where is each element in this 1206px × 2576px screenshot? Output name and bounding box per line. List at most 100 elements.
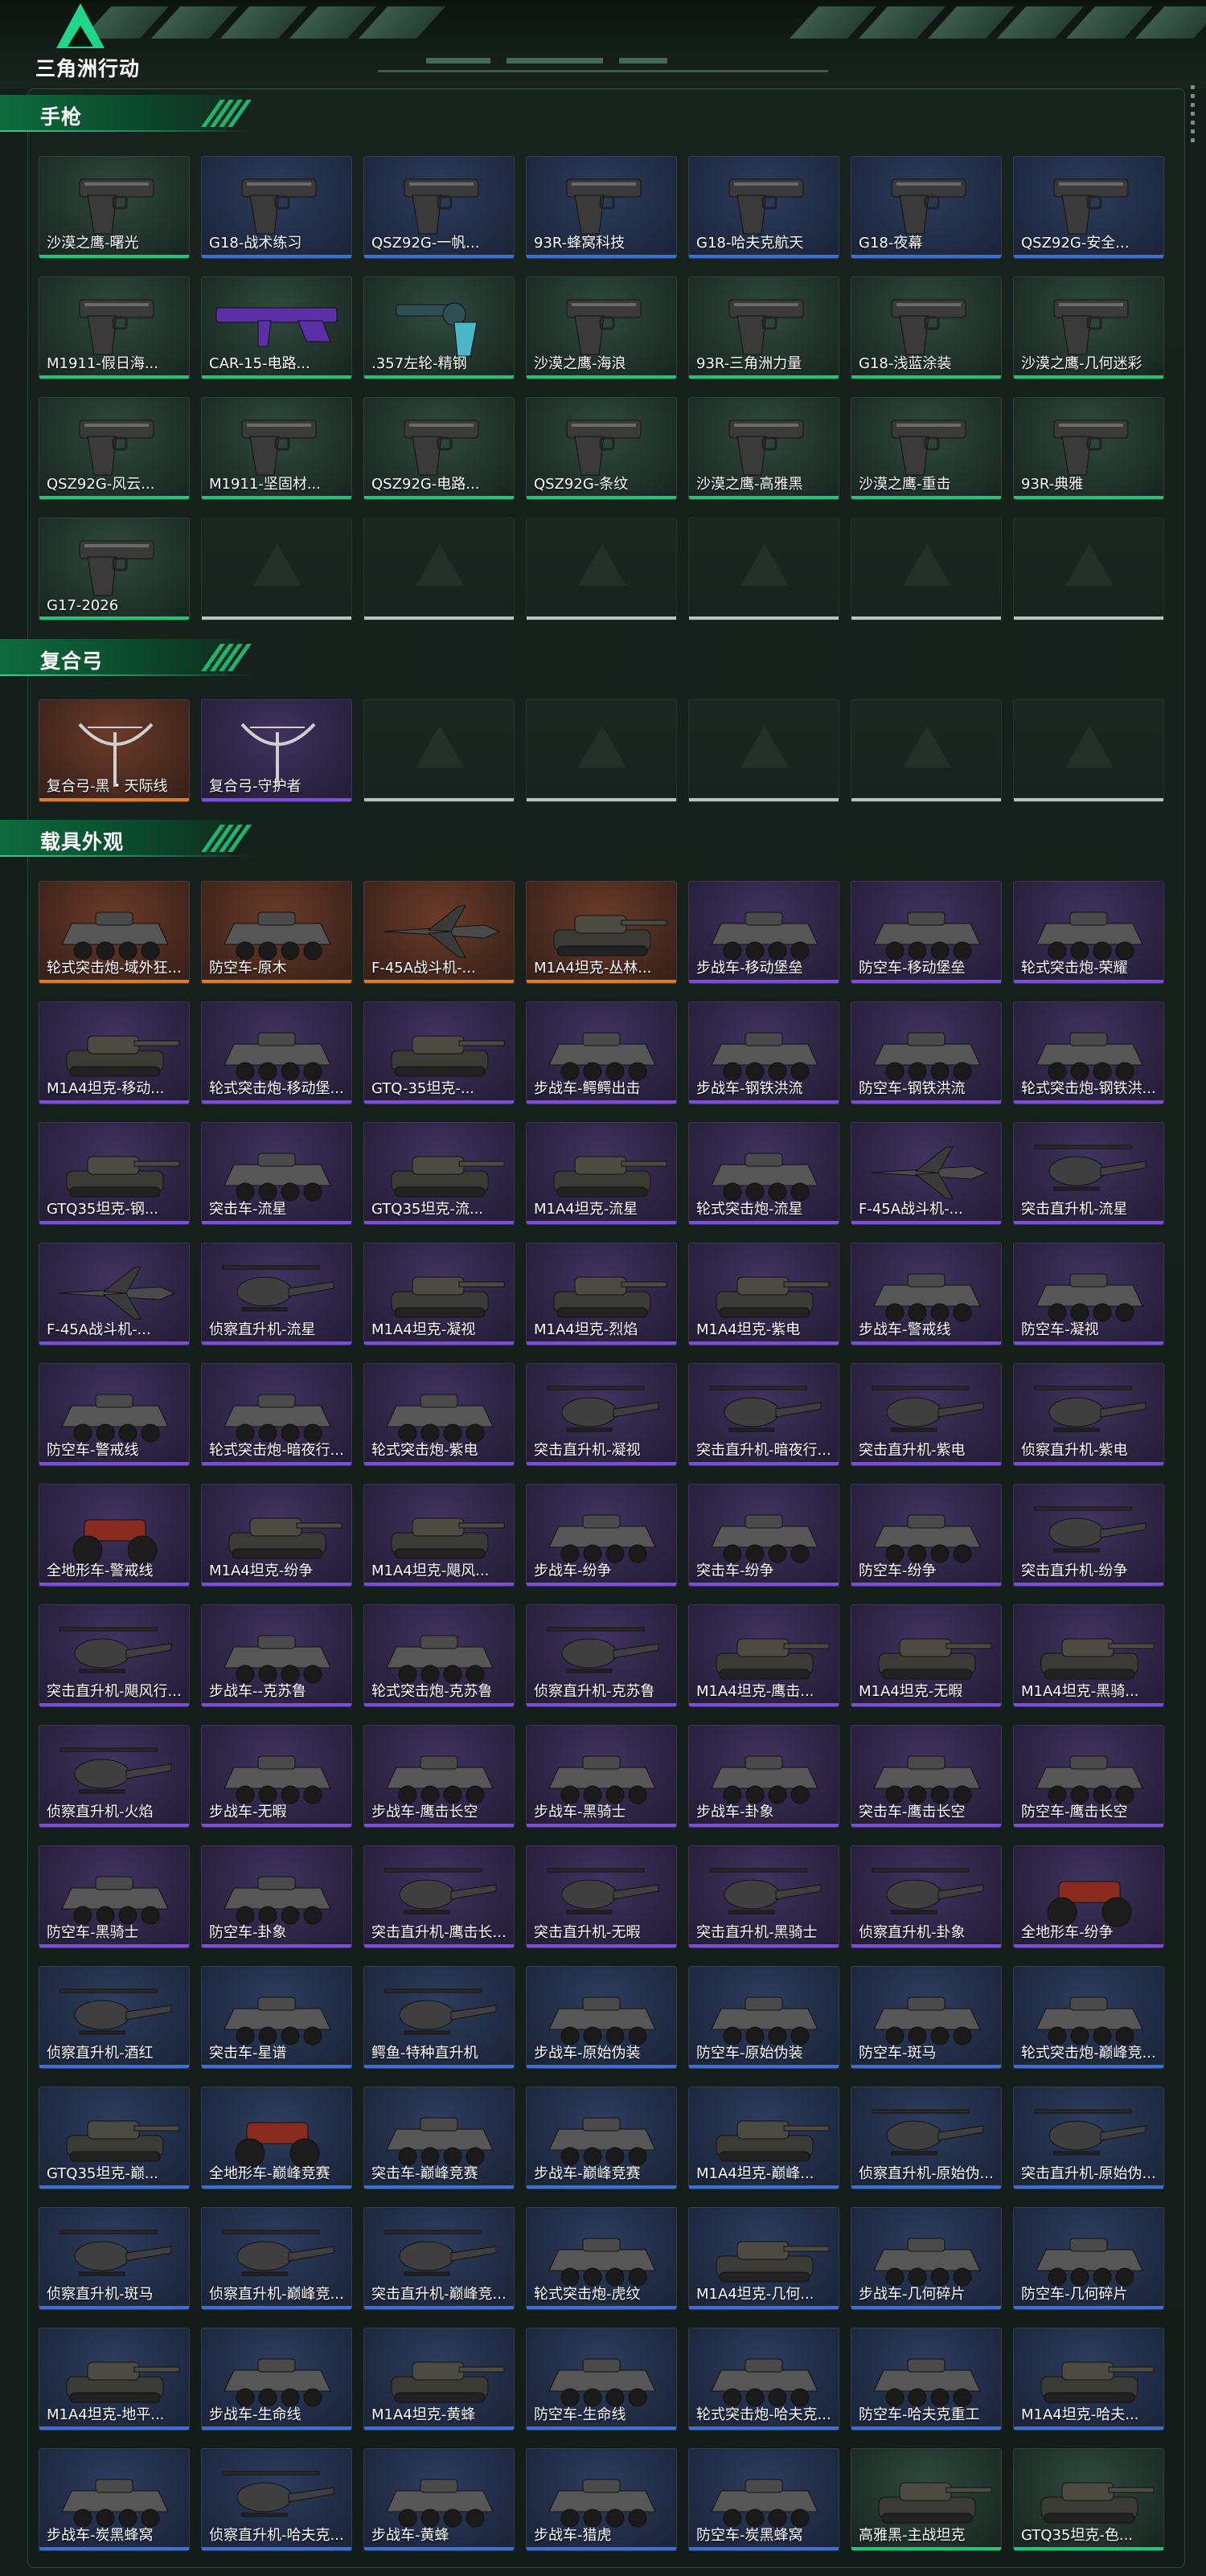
skin-card[interactable]: 轮式突击炮-紫电 — [363, 1363, 515, 1466]
skin-card[interactable]: G18-夜幕 — [851, 156, 1002, 259]
skin-card[interactable]: 防空车-原始伪装 — [688, 1966, 839, 2069]
skin-card[interactable]: G18-浅蓝涂装 — [851, 276, 1002, 379]
skin-card[interactable]: 轮式突击炮-克苏鲁 — [363, 1604, 515, 1707]
skin-card[interactable]: 步战车-鹰击长空 — [363, 1725, 515, 1828]
skin-card[interactable]: G18-哈夫克航天 — [688, 156, 839, 259]
skin-card[interactable]: M1A4坦克-几何... — [688, 2207, 839, 2310]
skin-card[interactable]: 93R-三角洲力量 — [688, 276, 839, 379]
skin-card[interactable]: 突击直升机-凝视 — [526, 1363, 677, 1466]
skin-card[interactable]: 步战车-无暇 — [201, 1725, 352, 1828]
skin-card[interactable]: M1A4坦克-移动... — [39, 1001, 190, 1104]
skin-card[interactable]: QSZ92G-电路... — [363, 397, 515, 500]
skin-card[interactable]: F-45A战斗机-... — [851, 1122, 1002, 1225]
skin-card[interactable]: 侦察直升机-哈夫克... — [201, 2448, 352, 2551]
skin-card[interactable]: 全地形车-纷争 — [1013, 1845, 1164, 1948]
skin-card[interactable]: 侦察直升机-紫电 — [1013, 1363, 1164, 1466]
skin-card[interactable]: 突击直升机-紫电 — [851, 1363, 1002, 1466]
skin-card[interactable]: 侦察直升机-火焰 — [39, 1725, 190, 1828]
skin-card[interactable]: 轮式突击炮-哈夫克... — [688, 2328, 839, 2431]
skin-card[interactable]: 突击车-巅峰竞赛 — [363, 2087, 515, 2189]
skin-card[interactable]: 突击直升机-黑骑士 — [688, 1845, 839, 1948]
skin-card[interactable]: M1A4坦克-地平... — [39, 2328, 190, 2431]
skin-card[interactable]: 突击车-鹰击长空 — [851, 1725, 1002, 1828]
skin-card[interactable]: 复合弓-黑・天际线 — [39, 699, 190, 802]
skin-card[interactable]: 轮式突击炮-域外狂... — [39, 881, 190, 984]
skin-card[interactable]: M1A4坦克-丛林... — [526, 881, 677, 984]
skin-card[interactable]: 防空车-几何碎片 — [1013, 2207, 1164, 2310]
skin-card[interactable]: 防空车-哈夫克重工 — [851, 2328, 1002, 2431]
skin-card[interactable]: 轮式突击炮-移动堡... — [201, 1001, 352, 1104]
skin-card[interactable]: 步战车-黑骑士 — [526, 1725, 677, 1828]
skin-card[interactable]: 沙漠之鹰-海浪 — [526, 276, 677, 379]
skin-card[interactable]: 突击车-星谱 — [201, 1966, 352, 2069]
skin-card[interactable]: GTQ35坦克-流... — [363, 1122, 515, 1225]
skin-card[interactable]: 步战车-黄蜂 — [363, 2448, 515, 2551]
skin-card[interactable]: 侦察直升机-巅峰竞... — [201, 2207, 352, 2310]
skin-card[interactable]: CAR-15-电路... — [201, 276, 352, 379]
skin-card[interactable]: 突击直升机-暗夜行... — [688, 1363, 839, 1466]
skin-card[interactable]: 侦察直升机-酒红 — [39, 1966, 190, 2069]
skin-card[interactable]: 防空车-纷争 — [851, 1484, 1002, 1587]
skin-card[interactable]: 鳄鱼-特种直升机 — [363, 1966, 515, 2069]
skin-card[interactable]: 步战车-钢铁洪流 — [688, 1001, 839, 1104]
skin-card[interactable]: 侦察直升机-斑马 — [39, 2207, 190, 2310]
skin-card[interactable]: 步战车-炭黑蜂窝 — [39, 2448, 190, 2551]
skin-card[interactable]: M1A4坦克-哈夫... — [1013, 2328, 1164, 2431]
skin-card[interactable]: 防空车-黑骑士 — [39, 1845, 190, 1948]
skin-card[interactable]: 沙漠之鹰-重击 — [851, 397, 1002, 500]
skin-card[interactable]: 防空车-凝视 — [1013, 1243, 1164, 1345]
skin-card[interactable]: QSZ92G-一帆... — [363, 156, 515, 259]
skin-card[interactable]: 沙漠之鹰-曙光 — [39, 156, 190, 259]
skin-card[interactable]: M1A4坦克-无暇 — [851, 1604, 1002, 1707]
skin-card[interactable]: 全地形车-警戒线 — [39, 1484, 190, 1587]
skin-card[interactable]: 步战车--克苏鲁 — [201, 1604, 352, 1707]
skin-card[interactable]: 防空车-原木 — [201, 881, 352, 984]
skin-card[interactable]: GTQ35坦克-色... — [1013, 2448, 1164, 2551]
skin-card[interactable]: M1A4坦克-凝视 — [363, 1243, 515, 1345]
skin-card[interactable]: 复合弓-守护者 — [201, 699, 352, 802]
skin-card[interactable]: 高雅黑-主战坦克 — [851, 2448, 1002, 2551]
skin-card[interactable]: M1A4坦克-流星 — [526, 1122, 677, 1225]
skin-card[interactable]: 突击车-纷争 — [688, 1484, 839, 1587]
skin-card[interactable]: 步战车-纷争 — [526, 1484, 677, 1587]
skin-card[interactable]: .357左轮-精钢 — [363, 276, 515, 379]
skin-card[interactable]: 防空车-警戒线 — [39, 1363, 190, 1466]
skin-card[interactable]: M1A4坦克-鹰击... — [688, 1604, 839, 1707]
skin-card[interactable]: G17-2026 — [39, 518, 190, 620]
skin-card[interactable]: M1A4坦克-飓风... — [363, 1484, 515, 1587]
skin-card[interactable]: M1911-假日海... — [39, 276, 190, 379]
skin-card[interactable]: 侦察直升机-克苏鲁 — [526, 1604, 677, 1707]
skin-card[interactable]: 步战车-猎虎 — [526, 2448, 677, 2551]
skin-card[interactable]: 防空车-生命线 — [526, 2328, 677, 2431]
skin-card[interactable]: QSZ92G-条纹 — [526, 397, 677, 500]
skin-card[interactable]: 防空车-移动堡垒 — [851, 881, 1002, 984]
skin-card[interactable]: 步战车-原始伪装 — [526, 1966, 677, 2069]
skin-card[interactable]: M1A4坦克-紫电 — [688, 1243, 839, 1345]
skin-card[interactable]: M1A4坦克-纷争 — [201, 1484, 352, 1587]
skin-card[interactable]: 侦察直升机-卦象 — [851, 1845, 1002, 1948]
skin-card[interactable]: 轮式突击炮-巅峰竞... — [1013, 1966, 1164, 2069]
skin-card[interactable]: M1911-坚固材... — [201, 397, 352, 500]
skin-card[interactable]: 防空车-鹰击长空 — [1013, 1725, 1164, 1828]
scroll-handle[interactable] — [1188, 80, 1196, 153]
skin-card[interactable]: 全地形车-巅峰竞赛 — [201, 2087, 352, 2189]
skin-card[interactable]: M1A4坦克-黑骑... — [1013, 1604, 1164, 1707]
skin-card[interactable]: 步战车-几何碎片 — [851, 2207, 1002, 2310]
skin-card[interactable]: 轮式突击炮-钢铁洪... — [1013, 1001, 1164, 1104]
skin-card[interactable]: 突击直升机-鹰击长... — [363, 1845, 515, 1948]
skin-card[interactable]: 步战车-警戒线 — [851, 1243, 1002, 1345]
skin-card[interactable]: 步战车-生命线 — [201, 2328, 352, 2431]
skin-card[interactable]: M1A4坦克-巅峰... — [688, 2087, 839, 2189]
skin-card[interactable]: 突击直升机-巅峰竞... — [363, 2207, 515, 2310]
skin-card[interactable]: 93R-典雅 — [1013, 397, 1164, 500]
skin-card[interactable]: 沙漠之鹰-几何迷彩 — [1013, 276, 1164, 379]
skin-card[interactable]: QSZ92G-风云... — [39, 397, 190, 500]
skin-card[interactable]: F-45A战斗机-... — [363, 881, 515, 984]
skin-card[interactable]: 防空车-炭黑蜂窝 — [688, 2448, 839, 2551]
skin-card[interactable]: 轮式突击炮-流星 — [688, 1122, 839, 1225]
skin-card[interactable]: 侦察直升机-流星 — [201, 1243, 352, 1345]
skin-card[interactable]: 沙漠之鹰-高雅黑 — [688, 397, 839, 500]
skin-card[interactable]: G18-战术练习 — [201, 156, 352, 259]
skin-card[interactable]: 突击直升机-飓风行... — [39, 1604, 190, 1707]
skin-card[interactable]: F-45A战斗机-... — [39, 1243, 190, 1345]
